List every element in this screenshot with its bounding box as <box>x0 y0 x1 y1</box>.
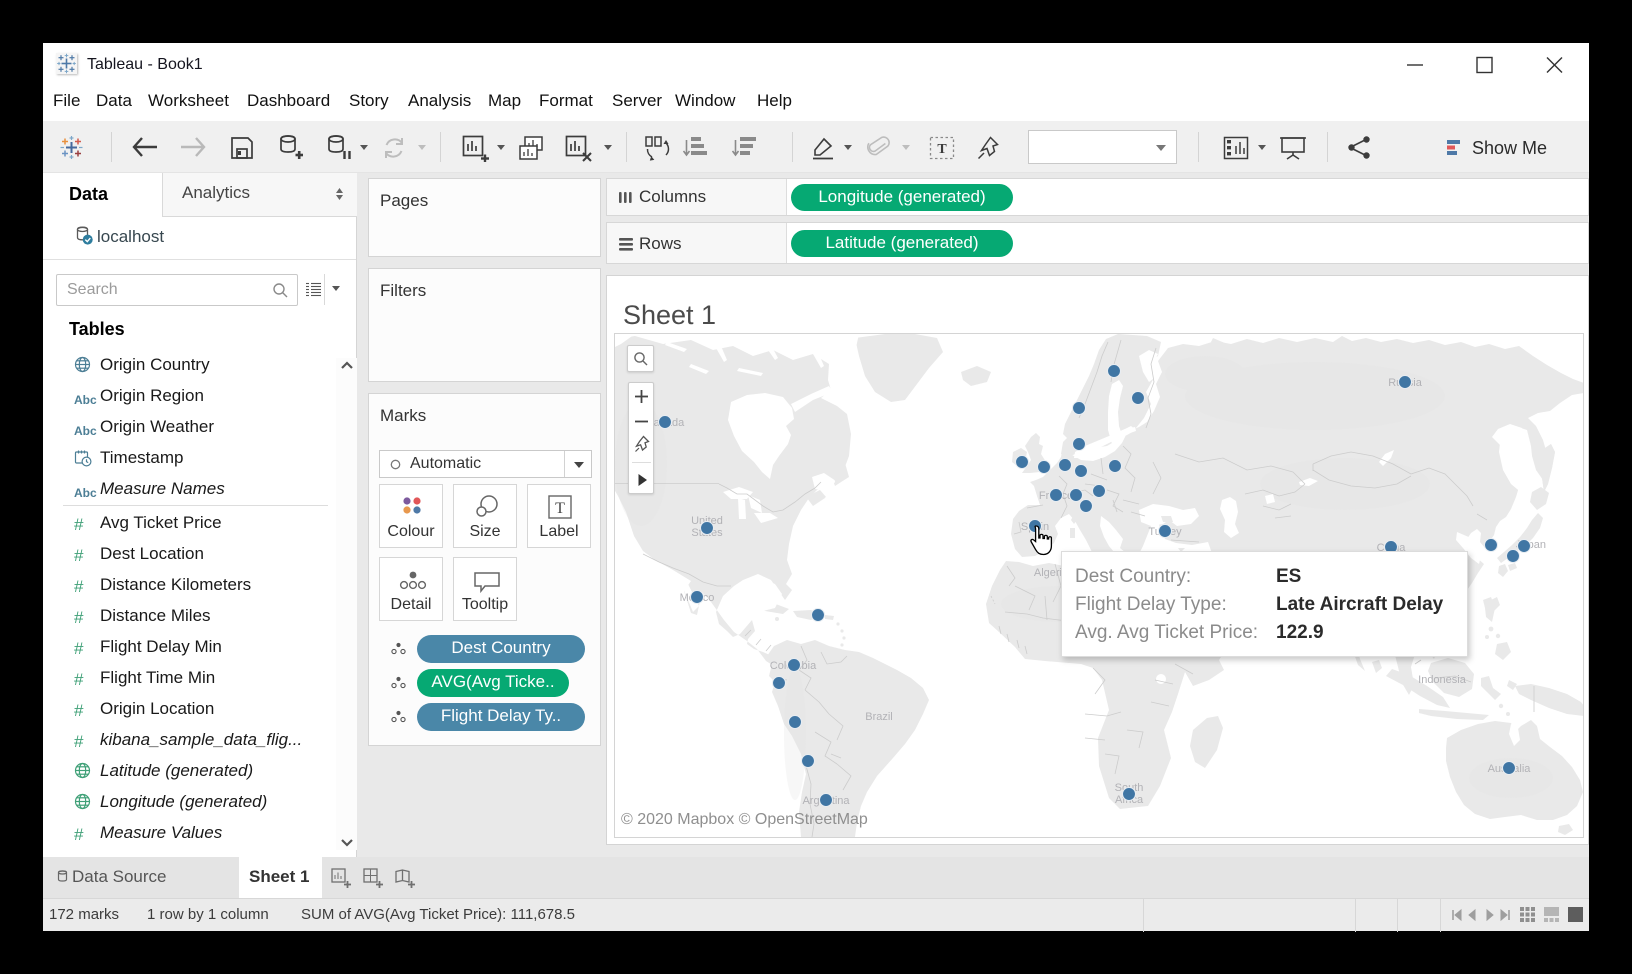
svg-text:T: T <box>937 142 947 157</box>
svg-text:Indonesia: Indonesia <box>1418 674 1467 686</box>
svg-text:T: T <box>555 500 565 517</box>
svg-text:Brazil: Brazil <box>865 711 893 723</box>
